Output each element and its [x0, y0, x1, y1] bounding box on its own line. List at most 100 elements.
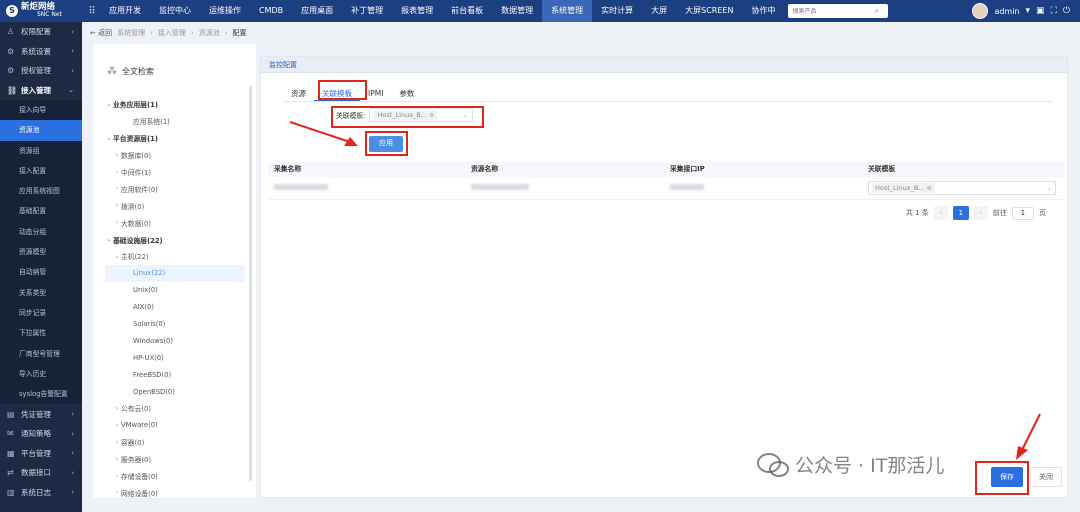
chevron-down-icon[interactable]: ⌄: [113, 253, 121, 260]
tree-node[interactable]: HP-UX(0): [105, 349, 245, 366]
nav-item[interactable]: 系统管理: [542, 0, 593, 22]
chevron-right-icon[interactable]: ›: [113, 439, 121, 446]
sidebar-subitem[interactable]: 接入配置: [0, 160, 82, 182]
sidebar-item[interactable]: ⚙ 系统设置 ›: [0, 42, 82, 62]
tree-node[interactable]: FreeBSD(0): [105, 366, 245, 383]
sidebar-subitem[interactable]: 同步记录: [0, 302, 82, 324]
row-template-select[interactable]: Host_Linux_B... ⊗ ⌄: [868, 181, 1056, 195]
back-link[interactable]: ← 返回: [90, 28, 112, 38]
screen-icon[interactable]: ▣: [1036, 6, 1045, 16]
tree-node[interactable]: › 容器(0): [105, 434, 245, 451]
sidebar-subitem[interactable]: syslog告警配置: [0, 384, 82, 405]
chevron-right-icon[interactable]: ›: [113, 219, 121, 226]
tree-node[interactable]: Windows(0): [105, 332, 245, 349]
sidebar-item[interactable]: ⇄ 数据接口 ›: [0, 463, 82, 483]
sidebar-subitem[interactable]: 资源组: [0, 140, 82, 161]
close-button[interactable]: 关闭: [1030, 467, 1062, 487]
search-input[interactable]: [792, 7, 875, 15]
chevron-down-icon[interactable]: ⌄: [105, 135, 113, 142]
sidebar-item[interactable]: ⚙ 授权管理 ›: [0, 61, 82, 81]
tree-node[interactable]: ⌄ 主机(22): [105, 248, 245, 265]
sidebar-subitem[interactable]: 基础配置: [0, 201, 82, 222]
sidebar-item[interactable]: ✉ 通知策略 ›: [0, 424, 82, 444]
chevron-right-icon[interactable]: ›: [113, 489, 121, 496]
tree-node[interactable]: › VMware(0): [105, 417, 245, 434]
sidebar-item[interactable]: ▥ 系统日志 ›: [0, 482, 82, 502]
page-input[interactable]: 1: [1011, 206, 1034, 220]
tree-node[interactable]: › 应用软件(0): [105, 180, 245, 197]
sidebar-subitem[interactable]: 下拉属性: [0, 323, 82, 344]
sidebar-subitem[interactable]: 资源模型: [0, 242, 82, 263]
nav-item[interactable]: 补丁管理: [342, 0, 392, 22]
next-page-icon[interactable]: ›: [973, 206, 988, 220]
sidebar-subitem[interactable]: 自动纳管: [0, 262, 82, 283]
search-icon[interactable]: ⌕: [874, 6, 878, 16]
tree-title[interactable]: 全文检索: [122, 66, 154, 77]
sidebar-subitem[interactable]: 厂商型号管理: [0, 343, 82, 364]
nav-item[interactable]: 大屏SCREEN: [676, 0, 742, 22]
sidebar-subitem[interactable]: 导入历史: [0, 363, 82, 385]
page-number[interactable]: 1: [952, 206, 969, 220]
tree-node[interactable]: ⌄ 基础设施层(22): [105, 231, 245, 248]
sidebar-subitem[interactable]: 动态分组: [0, 221, 82, 243]
nav-item[interactable]: 实时计算: [592, 0, 642, 22]
sidebar-subitem[interactable]: 应用系统视图: [0, 181, 82, 202]
tree-node[interactable]: › 服务器(0): [105, 451, 245, 468]
tab[interactable]: 资源: [283, 87, 314, 101]
tree-scrollbar[interactable]: [249, 86, 252, 481]
tree-node[interactable]: ⌄ 业务应用层(1): [105, 96, 245, 113]
tree-node[interactable]: › 数据库(0): [105, 147, 245, 164]
sidebar-subitem[interactable]: 关系类型: [0, 282, 82, 303]
search-box[interactable]: ⌕: [788, 4, 889, 18]
tree-node[interactable]: › 大数据(0): [105, 214, 245, 231]
nav-item[interactable]: 运维操作: [200, 0, 250, 22]
avatar[interactable]: [972, 3, 989, 19]
tree-node[interactable]: › 拨测(0): [105, 197, 245, 214]
sidebar-subitem[interactable]: 接入向导: [0, 100, 82, 121]
breadcrumb-item[interactable]: 系统管理: [117, 28, 145, 38]
breadcrumb-item[interactable]: 接入管理: [158, 28, 186, 38]
caret-down-icon[interactable]: ▾: [1026, 6, 1031, 16]
nav-item[interactable]: 大屏: [642, 0, 676, 22]
nav-item[interactable]: 前台看板: [442, 0, 492, 22]
tab[interactable]: 参数: [391, 87, 422, 101]
nav-item[interactable]: 应用开发: [100, 0, 150, 22]
nav-item[interactable]: 协作中: [742, 0, 784, 22]
tree-node[interactable]: Solaris(0): [105, 316, 245, 333]
sidebar-item[interactable]: ▤ 凭证管理 ›: [0, 404, 82, 424]
tree-node[interactable]: AIX(0): [105, 299, 245, 316]
sidebar-item[interactable]: ▦ 平台管理 ›: [0, 443, 82, 463]
breadcrumb-item[interactable]: 资源池: [199, 28, 220, 38]
prev-page-icon[interactable]: ‹: [933, 206, 948, 220]
tree-node[interactable]: OpenBSD(0): [105, 383, 245, 400]
chevron-down-icon[interactable]: ⌄: [105, 101, 113, 108]
nav-item[interactable]: 应用桌面: [292, 0, 342, 22]
chevron-right-icon[interactable]: ›: [113, 405, 121, 412]
tree-node[interactable]: Unix(0): [105, 282, 245, 299]
chevron-right-icon[interactable]: ›: [113, 185, 121, 192]
chevron-down-icon[interactable]: ⌄: [105, 236, 113, 243]
chevron-right-icon[interactable]: ›: [113, 473, 121, 480]
tree-node[interactable]: ⌄ 平台资源层(1): [105, 130, 245, 147]
nav-item[interactable]: 监控中心: [150, 0, 200, 22]
tag-close-icon[interactable]: ⊗: [926, 184, 931, 192]
nav-item[interactable]: 数据管理: [492, 0, 542, 22]
tree-node[interactable]: › 公有云(0): [105, 400, 245, 417]
tree-node[interactable]: › 存储设备(0): [105, 468, 245, 485]
nav-item[interactable]: CMDB: [250, 0, 292, 22]
sidebar-subitem[interactable]: 资源池: [0, 120, 82, 141]
chevron-right-icon[interactable]: ›: [113, 422, 121, 429]
username[interactable]: admin: [994, 7, 1019, 16]
chevron-right-icon[interactable]: ›: [113, 152, 121, 159]
chevron-right-icon[interactable]: ›: [113, 202, 121, 209]
fullscreen-icon[interactable]: ⛶: [1051, 6, 1057, 16]
fulltext-search[interactable]: ⁂ 全文检索: [107, 66, 154, 77]
tree-node[interactable]: › 中间件(1): [105, 164, 245, 181]
app-grid-icon[interactable]: ⠿: [84, 6, 100, 17]
chevron-down-icon[interactable]: ⌄: [1046, 184, 1052, 192]
sidebar-item[interactable]: ⛓ 接入管理 ⌄: [0, 81, 82, 101]
chevron-right-icon[interactable]: ›: [113, 456, 121, 463]
logout-icon[interactable]: ⏻: [1063, 6, 1070, 16]
nav-item[interactable]: 报表管理: [392, 0, 442, 22]
chevron-right-icon[interactable]: ›: [113, 169, 121, 176]
